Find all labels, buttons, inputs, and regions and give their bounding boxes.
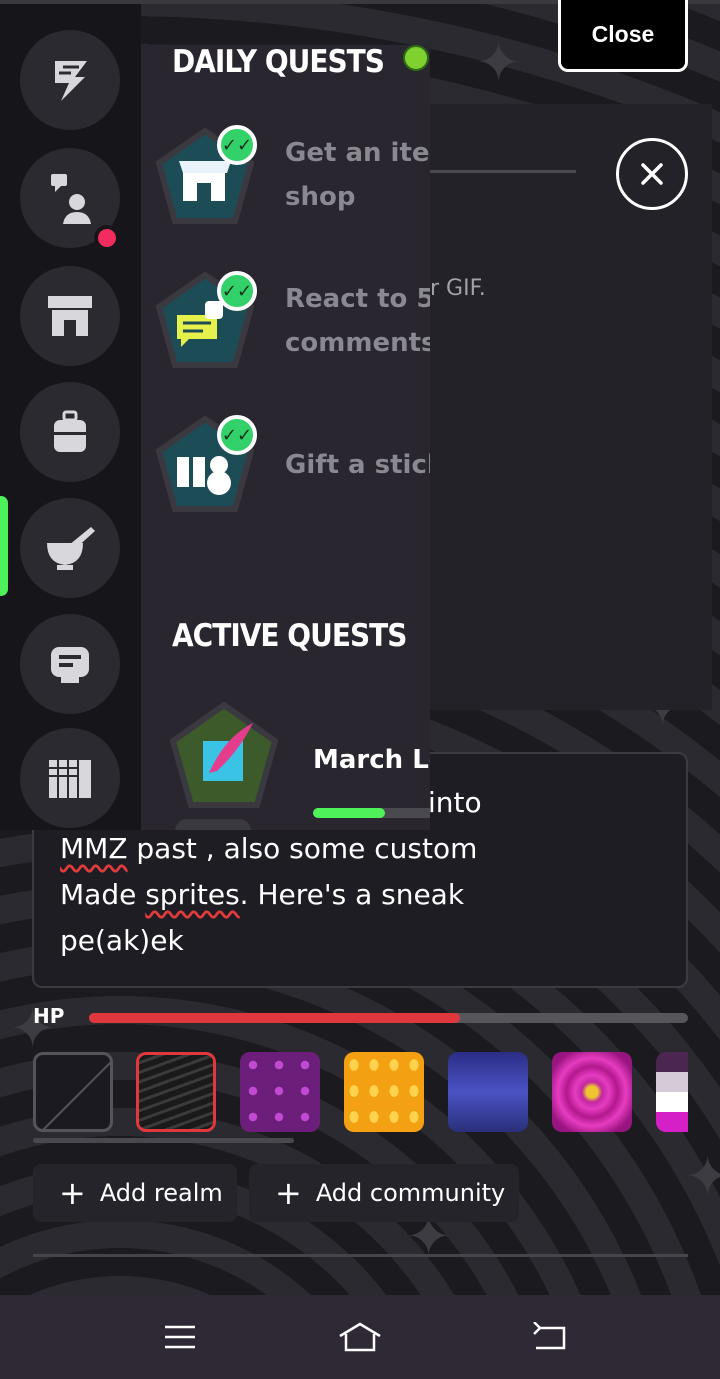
plus-icon: + — [275, 1174, 302, 1212]
hp-label: HP — [33, 1004, 65, 1028]
active-quest-progress — [313, 808, 430, 818]
editor-text: Made — [60, 878, 146, 911]
plus-icon: + — [59, 1174, 86, 1212]
quest-label: Gift a stick — [285, 443, 430, 487]
active-quest-item[interactable] — [169, 701, 279, 808]
notification-dot — [94, 225, 120, 251]
menu-icon — [165, 1325, 195, 1349]
back-icon — [533, 1322, 566, 1350]
rail-button-bag[interactable] — [20, 382, 120, 482]
theme-swatch-purple-diamonds[interactable] — [240, 1052, 320, 1132]
mortar-icon — [47, 527, 95, 570]
system-navigation-bar — [0, 1295, 720, 1379]
quest-label-line: Gift a stick — [285, 450, 430, 480]
rail-button-craft[interactable] — [20, 498, 120, 598]
side-rail — [0, 0, 141, 830]
menu-button[interactable] — [150, 1315, 210, 1359]
bottom-divider — [33, 1254, 688, 1257]
theme-swatch-dark-waves[interactable] — [136, 1052, 216, 1132]
editor-line: MMZ past , also some custom — [60, 826, 477, 872]
add-community-button[interactable]: + Add community — [249, 1164, 519, 1222]
globe-icon — [403, 45, 429, 71]
completed-check-icon: ✓✓ — [217, 125, 257, 165]
editor-text: past , also some custom — [127, 832, 478, 865]
bag-icon — [54, 410, 86, 452]
person-chat-icon — [51, 174, 91, 224]
library-icon — [49, 760, 91, 798]
editor-line: into — [428, 786, 482, 819]
close-icon — [641, 163, 663, 185]
add-realm-label: Add realm — [99, 1179, 223, 1207]
editor-text: . Here's a sneak — [239, 878, 465, 911]
active-indicator — [0, 496, 8, 596]
rail-button-bots[interactable] — [20, 614, 120, 714]
quest-label: React to 5 comments — [285, 277, 430, 365]
completed-check-icon: ✓✓ — [217, 271, 257, 311]
add-realm-button[interactable]: + Add realm — [33, 1164, 237, 1222]
close-button[interactable]: Close — [558, 0, 688, 72]
quest-label-line: shop — [285, 182, 356, 212]
rail-button-boost[interactable] — [20, 30, 120, 130]
dismiss-button[interactable] — [616, 138, 688, 210]
home-button[interactable] — [330, 1315, 390, 1359]
swatch-scrollbar[interactable] — [33, 1138, 294, 1143]
underlying-text: r GIF. — [430, 276, 486, 301]
lightning-icon — [55, 61, 87, 101]
quest-panel: DAILY QUESTS ✓✓ Get an item shop ✓✓ Reac… — [141, 45, 430, 830]
daily-quests-title: DAILY QUESTS — [172, 45, 385, 80]
active-quest-progress-fill — [313, 808, 385, 818]
theme-swatch-orange[interactable] — [344, 1052, 424, 1132]
rail-button-store[interactable] — [20, 266, 120, 366]
quill-icon — [169, 701, 279, 808]
underlying-divider — [430, 170, 576, 173]
editor-line: pe(ak)ek — [60, 924, 184, 957]
editor-line: Made sprites. Here's a sneak — [60, 872, 464, 918]
misspelled-word[interactable]: sprites — [145, 878, 239, 911]
active-quest-name: March Lo — [313, 745, 430, 775]
theme-swatch-night-sky[interactable] — [448, 1052, 528, 1132]
sparkle-icon: ✦ — [476, 31, 522, 94]
quest-label-line: comments — [285, 328, 430, 358]
theme-swatch-rainbow-heart[interactable] — [552, 1052, 632, 1132]
quest-label: Get an item shop — [285, 131, 430, 219]
underlying-modal: r GIF. — [430, 104, 712, 710]
hp-bar — [89, 1013, 688, 1023]
back-button[interactable] — [520, 1315, 580, 1359]
hp-bar-fill — [89, 1013, 461, 1023]
misspelled-word[interactable]: MMZ — [60, 832, 128, 865]
quest-label-line: React to 5 — [285, 284, 430, 314]
completed-check-icon: ✓✓ — [217, 415, 257, 455]
sparkle-icon: ✦ — [685, 1145, 720, 1208]
active-quests-title: ACTIVE QUESTS — [172, 617, 407, 654]
add-community-label: Add community — [315, 1179, 506, 1207]
theme-swatch-stripes[interactable] — [656, 1052, 688, 1132]
quest-label-line: Get an item — [285, 138, 430, 168]
home-icon — [339, 1322, 381, 1352]
robot-icon — [51, 647, 89, 683]
store-icon — [48, 296, 92, 336]
quest-reward-pill — [175, 819, 251, 830]
rail-button-library[interactable] — [20, 728, 120, 828]
theme-swatch-none[interactable] — [33, 1052, 113, 1132]
